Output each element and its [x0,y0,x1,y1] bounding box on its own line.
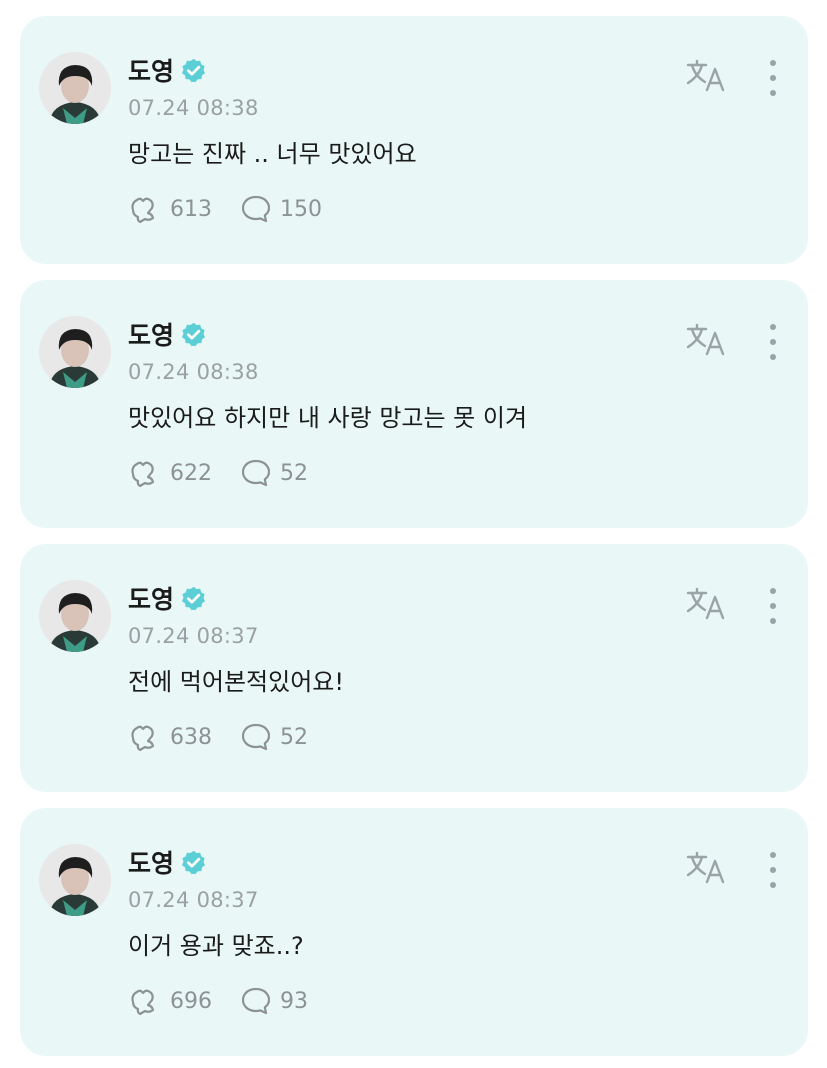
more-vertical-icon [770,867,776,873]
post-timestamp: 07.24 08:38 [128,96,259,120]
more-vertical-icon [770,90,776,96]
post-card[interactable]: 도영 07.24 08:37 전에 먹어본적있어요! 638 52 [20,544,808,792]
author-name[interactable]: 도영 [128,52,174,88]
comment-bubble-icon [241,459,271,487]
more-vertical-icon [770,852,776,858]
comment-count: 93 [280,988,308,1014]
avatar[interactable] [39,52,111,124]
heart-hands-icon [131,197,155,224]
more-vertical-icon [770,882,776,888]
more-vertical-icon [770,354,776,360]
translate-icon [686,851,725,884]
comment-count: 52 [280,724,308,750]
comment-button[interactable]: 52 [240,458,308,488]
heart-hands-icon [131,989,155,1016]
more-options-button[interactable] [760,588,786,624]
author-name[interactable]: 도영 [128,580,174,616]
more-vertical-icon [770,324,776,330]
author-row: 도영 [128,846,207,878]
post-timestamp: 07.24 08:37 [128,888,259,912]
translate-button[interactable] [684,586,728,622]
post-content: 이거 용과 맞죠..? [128,932,304,960]
author-row: 도영 [128,582,207,614]
translate-button[interactable] [684,850,728,886]
comment-button[interactable]: 93 [240,986,308,1016]
avatar[interactable] [39,844,111,916]
comment-button[interactable]: 52 [240,722,308,752]
verified-badge-icon [182,586,205,610]
like-count: 622 [170,460,212,486]
author-row: 도영 [128,54,207,86]
post-card[interactable]: 도영 07.24 08:37 이거 용과 맞죠..? 696 93 [20,808,808,1056]
more-options-button[interactable] [760,324,786,360]
author-name[interactable]: 도영 [128,844,174,880]
author-name[interactable]: 도영 [128,316,174,352]
avatar[interactable] [39,580,111,652]
translate-button[interactable] [684,58,728,94]
verified-badge-icon [182,850,205,874]
like-count: 638 [170,724,212,750]
comment-count: 52 [280,460,308,486]
comment-button[interactable]: 150 [240,194,322,224]
like-button[interactable]: 613 [128,194,212,224]
author-row: 도영 [128,318,207,350]
verified-badge-icon [182,58,205,82]
heart-hands-icon [131,461,155,488]
post-stats: 613 150 [128,192,350,226]
like-button[interactable]: 696 [128,986,212,1016]
post-card[interactable]: 도영 07.24 08:38 맛있어요 하지만 내 사랑 망고는 못 이겨 62… [20,280,808,528]
post-feed: 도영 07.24 08:38 망고는 진짜 .. 너무 맛있어요 613 150 [0,0,827,1068]
more-vertical-icon [770,339,776,345]
post-stats: 696 93 [128,984,336,1018]
post-timestamp: 07.24 08:37 [128,624,259,648]
like-count: 696 [170,988,212,1014]
more-vertical-icon [770,75,776,81]
comment-bubble-icon [241,723,271,751]
post-content: 망고는 진짜 .. 너무 맛있어요 [128,140,417,168]
translate-icon [686,59,725,92]
comment-count: 150 [280,196,322,222]
more-vertical-icon [770,603,776,609]
more-options-button[interactable] [760,60,786,96]
more-vertical-icon [770,618,776,624]
comment-bubble-icon [241,195,271,223]
post-content: 맛있어요 하지만 내 사랑 망고는 못 이겨 [128,404,528,432]
verified-badge-icon [182,322,205,346]
translate-icon [686,323,725,356]
comment-bubble-icon [241,987,271,1015]
more-options-button[interactable] [760,852,786,888]
avatar[interactable] [39,316,111,388]
like-count: 613 [170,196,212,222]
more-vertical-icon [770,60,776,66]
post-stats: 638 52 [128,720,336,754]
post-timestamp: 07.24 08:38 [128,360,259,384]
translate-button[interactable] [684,322,728,358]
like-button[interactable]: 622 [128,458,212,488]
heart-hands-icon [131,725,155,752]
like-button[interactable]: 638 [128,722,212,752]
post-card[interactable]: 도영 07.24 08:38 망고는 진짜 .. 너무 맛있어요 613 150 [20,16,808,264]
more-vertical-icon [770,588,776,594]
post-stats: 622 52 [128,456,336,490]
translate-icon [686,587,725,620]
post-content: 전에 먹어본적있어요! [128,668,344,696]
